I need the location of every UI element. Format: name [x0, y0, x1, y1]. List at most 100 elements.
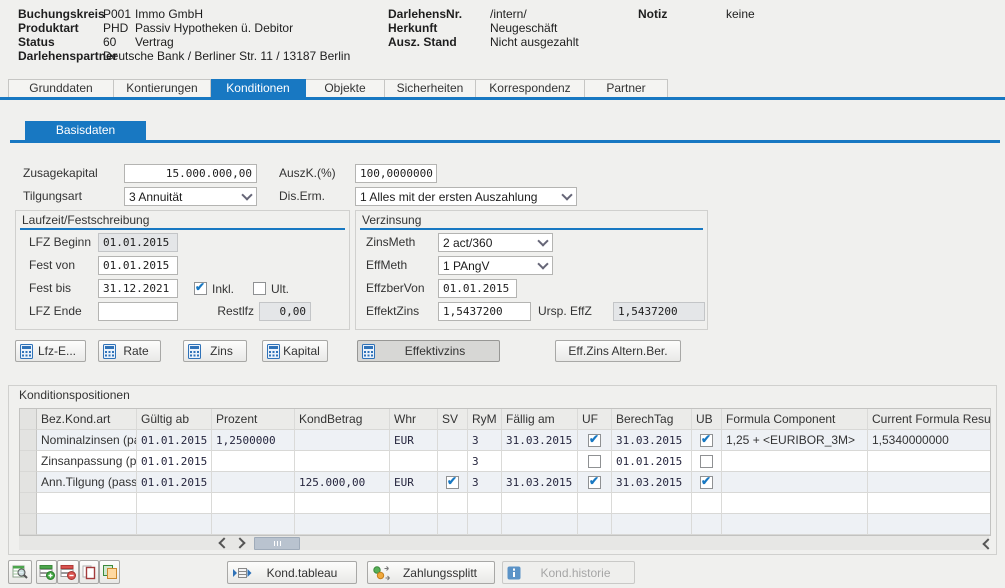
ult-checkbox[interactable] — [253, 282, 266, 295]
fest-von-input[interactable]: 01.01.2015 — [98, 256, 178, 275]
empty-cell[interactable] — [137, 493, 212, 514]
empty-cell[interactable] — [612, 514, 692, 535]
zinsmeth-select[interactable]: 2 act/360 — [438, 233, 553, 252]
outer-scroll-left-button[interactable] — [980, 537, 996, 551]
uf-checkbox[interactable] — [588, 476, 601, 489]
row-selector-cell[interactable] — [20, 472, 37, 493]
col-header[interactable]: UB — [692, 409, 722, 430]
ub-checkbox[interactable] — [700, 476, 713, 489]
empty-cell[interactable] — [578, 493, 612, 514]
ub-checkbox[interactable] — [700, 455, 713, 468]
copy-row-button[interactable] — [79, 560, 99, 584]
empty-cell[interactable] — [578, 514, 612, 535]
empty-cell[interactable] — [468, 514, 502, 535]
cell-formula[interactable] — [722, 472, 868, 493]
cell-uf[interactable] — [578, 472, 612, 493]
effektzins-input[interactable]: 1,5437200 — [438, 302, 531, 321]
cell-sv[interactable] — [438, 451, 468, 472]
subtab-basisdaten[interactable]: Basisdaten — [25, 121, 146, 140]
col-header[interactable]: Whr — [390, 409, 438, 430]
cell-bez-kond-art[interactable]: Ann.Tilgung (passi_ — [37, 472, 137, 493]
tab-partner[interactable]: Partner — [585, 79, 668, 98]
effmeth-select[interactable]: 1 PAngV — [438, 256, 553, 275]
zusagekapital-input[interactable]: 15.000.000,00 — [124, 164, 257, 183]
cell-formula-result[interactable] — [868, 472, 990, 493]
diserm-select[interactable]: 1 Alles mit der ersten Auszahlung — [355, 187, 577, 206]
uf-checkbox[interactable] — [588, 434, 601, 447]
tab-grunddaten[interactable]: Grunddaten — [8, 79, 114, 98]
empty-cell[interactable] — [438, 514, 468, 535]
ub-checkbox[interactable] — [700, 434, 713, 447]
sv-checkbox[interactable] — [446, 476, 459, 489]
empty-cell[interactable] — [692, 514, 722, 535]
cell-sv[interactable] — [438, 430, 468, 451]
tab-sicherheiten[interactable]: Sicherheiten — [385, 79, 476, 98]
empty-cell[interactable] — [390, 493, 438, 514]
cell-kondbetrag[interactable]: 125.000,00 — [295, 472, 390, 493]
cell-berechtag[interactable]: 31.03.2015 — [612, 430, 692, 451]
effzins-altern-ber-button[interactable]: Eff.Zins Altern.Ber. — [555, 340, 681, 362]
tab-kontierungen[interactable]: Kontierungen — [114, 79, 211, 98]
cell-formula[interactable]: 1,25 + <EURIBOR_3M> — [722, 430, 868, 451]
cell-prozent[interactable] — [212, 451, 295, 472]
cell-berechtag[interactable]: 01.01.2015 — [612, 451, 692, 472]
auszk-input[interactable]: 100,0000000 — [355, 164, 437, 183]
delete-row-button[interactable] — [57, 560, 79, 584]
empty-cell[interactable] — [438, 493, 468, 514]
empty-cell[interactable] — [692, 493, 722, 514]
empty-cell[interactable] — [868, 493, 990, 514]
cell-rym[interactable]: 3 — [468, 451, 502, 472]
empty-cell[interactable] — [468, 493, 502, 514]
row-selector-cell[interactable] — [20, 514, 37, 535]
tab-konditionen[interactable]: Konditionen — [211, 79, 306, 98]
cell-berechtag[interactable]: 31.03.2015 — [612, 472, 692, 493]
kond-tableau-button[interactable]: Kond.tableau — [227, 561, 357, 584]
col-header[interactable]: RyM — [468, 409, 502, 430]
uf-checkbox[interactable] — [588, 455, 601, 468]
empty-cell[interactable] — [502, 514, 578, 535]
cell-prozent[interactable]: 1,2500000 — [212, 430, 295, 451]
empty-cell[interactable] — [212, 493, 295, 514]
lfz-ende-input[interactable] — [98, 302, 178, 321]
cell-faellig-am[interactable]: 31.03.2015 — [502, 430, 578, 451]
copy-values-button[interactable] — [99, 560, 120, 584]
insert-row-button[interactable] — [36, 560, 57, 584]
kapital-calc-button[interactable]: Kapital — [262, 340, 328, 362]
effzbervon-input[interactable]: 01.01.2015 — [438, 279, 517, 298]
empty-cell[interactable] — [295, 514, 390, 535]
cell-faellig-am[interactable]: 31.03.2015 — [502, 472, 578, 493]
cell-gueltig-ab[interactable]: 01.01.2015 — [137, 472, 212, 493]
cell-faellig-am[interactable] — [502, 451, 578, 472]
col-header[interactable]: Formula Component — [722, 409, 868, 430]
cell-uf[interactable] — [578, 430, 612, 451]
cell-ub[interactable] — [692, 430, 722, 451]
cell-prozent[interactable] — [212, 472, 295, 493]
empty-cell[interactable] — [868, 514, 990, 535]
cell-kondbetrag[interactable] — [295, 451, 390, 472]
col-header[interactable]: Bez.Kond.art — [37, 409, 137, 430]
tab-objekte[interactable]: Objekte — [306, 79, 385, 98]
empty-cell[interactable] — [722, 493, 868, 514]
col-header[interactable]: Gültig ab — [137, 409, 212, 430]
scroll-right-button[interactable] — [232, 536, 248, 550]
fest-bis-input[interactable]: 31.12.2021 — [98, 279, 178, 298]
col-header[interactable]: Current Formula Result — [868, 409, 990, 430]
row-selector-cell[interactable] — [20, 493, 37, 514]
empty-cell[interactable] — [390, 514, 438, 535]
cell-kondbetrag[interactable] — [295, 430, 390, 451]
empty-cell[interactable] — [137, 514, 212, 535]
scroll-left-button[interactable] — [216, 536, 232, 550]
cell-uf[interactable] — [578, 451, 612, 472]
col-header[interactable]: BerechTag — [612, 409, 692, 430]
cell-ub[interactable] — [692, 472, 722, 493]
empty-cell[interactable] — [212, 514, 295, 535]
rate-calc-button[interactable]: Rate — [98, 340, 161, 362]
cell-gueltig-ab[interactable]: 01.01.2015 — [137, 451, 212, 472]
col-header[interactable]: UF — [578, 409, 612, 430]
col-header[interactable]: SV — [438, 409, 468, 430]
cell-ub[interactable] — [692, 451, 722, 472]
cell-rym[interactable]: 3 — [468, 430, 502, 451]
col-header[interactable]: Fällig am — [502, 409, 578, 430]
cell-formula-result[interactable]: 1,5340000000 — [868, 430, 990, 451]
empty-cell[interactable] — [502, 493, 578, 514]
